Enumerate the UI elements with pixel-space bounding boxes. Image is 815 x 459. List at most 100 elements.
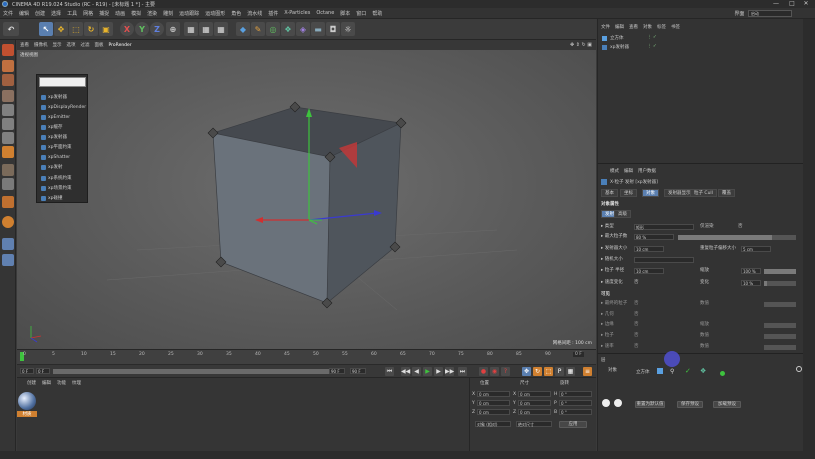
next-key-icon[interactable]: ▶▶ bbox=[445, 367, 454, 376]
viewport-menu-view[interactable]: 查看 bbox=[20, 42, 29, 48]
menu-window[interactable]: 窗口 bbox=[356, 10, 366, 17]
cloner-icon[interactable]: ❖ bbox=[281, 22, 295, 36]
param-field[interactable]: 80 % bbox=[634, 234, 674, 240]
attr-menu-userdata[interactable]: 用户数据 bbox=[638, 168, 656, 174]
tweak-icon[interactable] bbox=[2, 216, 14, 228]
max-frame-field[interactable]: 90 F bbox=[329, 368, 345, 374]
param-slider[interactable] bbox=[764, 323, 796, 328]
scene-canvas[interactable] bbox=[17, 50, 596, 349]
menu-snap[interactable]: 捕捉 bbox=[99, 10, 109, 17]
y-axis-lock[interactable]: Y bbox=[135, 22, 149, 36]
param-slider[interactable] bbox=[764, 269, 796, 274]
object-row[interactable]: 立方体 ⋮ ✓ bbox=[602, 35, 672, 42]
viewport-menu-camera[interactable]: 摄像机 bbox=[34, 42, 48, 48]
maximize-button[interactable]: □ bbox=[785, 0, 799, 8]
mat-menu-function[interactable]: 功能 bbox=[57, 380, 66, 386]
obj-menu-view[interactable]: 查看 bbox=[629, 24, 638, 30]
tab-object[interactable]: 对象 bbox=[642, 189, 659, 197]
pen-spline-icon[interactable]: ✎ bbox=[251, 22, 265, 36]
end-frame-field[interactable]: 90 F bbox=[350, 368, 366, 374]
load-preset-button[interactable]: 加载预设 bbox=[713, 401, 741, 408]
key-rotation-icon[interactable]: ↻ bbox=[533, 367, 542, 376]
attr-menu-edit[interactable]: 编辑 bbox=[624, 168, 633, 174]
3d-viewport[interactable]: 透视视图 网格间距: 100 cm bbox=[17, 50, 596, 349]
coordinate-system-icon[interactable]: ⊕ bbox=[166, 22, 180, 36]
size-z-field[interactable]: 0 cm bbox=[518, 409, 551, 415]
material-swatch[interactable] bbox=[18, 392, 36, 410]
param-field[interactable]: 10 cm bbox=[634, 246, 664, 252]
object-row[interactable]: xp发射器 ⋮ ✓ bbox=[602, 44, 672, 51]
particles-icon[interactable]: ❖ bbox=[700, 367, 706, 375]
polygons-mode-icon[interactable] bbox=[2, 132, 14, 144]
popup-item[interactable]: xpDisplayRender bbox=[39, 103, 86, 112]
z-axis-lock[interactable]: Z bbox=[150, 22, 164, 36]
param-slider[interactable] bbox=[764, 302, 796, 307]
key-position-icon[interactable]: ✥ bbox=[522, 367, 531, 376]
menu-mesh[interactable]: 网格 bbox=[83, 10, 93, 17]
range-slider[interactable] bbox=[53, 369, 343, 374]
popup-item[interactable]: xpEmitter bbox=[39, 113, 86, 122]
save-preset-button[interactable]: 保存预设 bbox=[677, 401, 703, 408]
menu-motion-tracking[interactable]: 运动跟踪 bbox=[179, 10, 199, 17]
cube-object-icon[interactable] bbox=[657, 368, 663, 374]
points-mode-icon[interactable] bbox=[2, 104, 14, 116]
snap-icon[interactable] bbox=[2, 196, 14, 208]
deformer-icon[interactable]: ◈ bbox=[296, 22, 310, 36]
menu-character[interactable]: 角色 bbox=[231, 10, 241, 17]
obj-menu-bookmarks[interactable]: 书签 bbox=[671, 24, 680, 30]
viewport-menu-filter[interactable]: 过滤 bbox=[81, 42, 90, 48]
menu-plugins[interactable]: 插件 bbox=[268, 10, 278, 17]
menu-sculpt[interactable]: 雕刻 bbox=[163, 10, 173, 17]
tab-override[interactable]: 覆盖 bbox=[718, 189, 735, 197]
tab-particle-cull[interactable]: 粒子 Cull bbox=[690, 189, 717, 197]
param-type-dropdown[interactable]: 矩形 bbox=[634, 224, 694, 230]
popup-item[interactable]: xp平面约束 bbox=[39, 143, 86, 152]
start-frame-field[interactable]: 0 F bbox=[20, 368, 34, 374]
popup-item[interactable]: xpShatter bbox=[39, 153, 86, 162]
param-slider[interactable] bbox=[764, 345, 796, 350]
texture-mode-icon[interactable] bbox=[2, 74, 14, 86]
make-editable-icon[interactable] bbox=[2, 44, 14, 56]
right-side-tabs[interactable] bbox=[803, 19, 815, 451]
viewport-menu-panel[interactable]: 面板 bbox=[95, 42, 104, 48]
preset-circle-icon[interactable] bbox=[602, 399, 610, 407]
min-frame-field[interactable]: 0 F bbox=[36, 368, 50, 374]
menu-file[interactable]: 文件 bbox=[3, 10, 13, 17]
cube-object-icon[interactable]: ◆ bbox=[236, 22, 250, 36]
mat-menu-texture[interactable]: 纹理 bbox=[72, 380, 81, 386]
viewport-menu-display[interactable]: 显示 bbox=[53, 42, 62, 48]
locked-workplane-icon[interactable] bbox=[2, 238, 14, 250]
popup-item[interactable]: xp场景约束 bbox=[39, 184, 86, 193]
pos-x-field[interactable]: 0 cm bbox=[477, 391, 510, 397]
param-slider[interactable] bbox=[678, 235, 796, 240]
visibility-dots-icon[interactable]: ⋮ ✓ bbox=[647, 44, 657, 49]
menu-xparticles[interactable]: X-Particles bbox=[284, 10, 310, 16]
key-pla-icon[interactable]: ▦ bbox=[566, 367, 575, 376]
select-tool-icon[interactable]: ↖ bbox=[39, 22, 53, 36]
green-dot-icon[interactable] bbox=[720, 371, 725, 376]
pos-z-field[interactable]: 0 cm bbox=[477, 409, 510, 415]
pos-y-field[interactable]: 0 cm bbox=[477, 400, 510, 406]
menu-select[interactable]: 选择 bbox=[51, 10, 61, 17]
tab-basic[interactable]: 基本 bbox=[601, 189, 618, 197]
layout-dropdown[interactable]: 启动 bbox=[748, 10, 792, 17]
play-icon[interactable]: ▶ bbox=[423, 367, 432, 376]
popup-item[interactable]: xp发射 bbox=[39, 163, 86, 172]
menu-pipeline[interactable]: 流水线 bbox=[247, 10, 262, 17]
render-picture-viewer-icon[interactable]: ▦ bbox=[199, 22, 213, 36]
attr-menu-mode[interactable]: 模式 bbox=[610, 168, 619, 174]
timeline-menu-icon[interactable]: ≡ bbox=[583, 367, 592, 376]
object-mode-icon[interactable] bbox=[2, 146, 14, 158]
rot-b-field[interactable]: 0 ° bbox=[559, 409, 592, 415]
popup-search-input[interactable] bbox=[39, 77, 86, 87]
model-mode-icon[interactable] bbox=[2, 60, 14, 72]
rot-h-field[interactable]: 0 ° bbox=[559, 391, 592, 397]
mat-menu-create[interactable]: 创建 bbox=[27, 380, 36, 386]
tab-coord[interactable]: 坐标 bbox=[620, 189, 637, 197]
move-tool-icon[interactable]: ✥ bbox=[54, 22, 68, 36]
info-circle-icon[interactable] bbox=[796, 366, 802, 372]
edges-mode-icon[interactable] bbox=[2, 118, 14, 130]
obj-menu-tags[interactable]: 标签 bbox=[657, 24, 666, 30]
rotate-tool-icon[interactable]: ↻ bbox=[84, 22, 98, 36]
recent-tools-icon[interactable]: ▣ bbox=[99, 22, 113, 36]
